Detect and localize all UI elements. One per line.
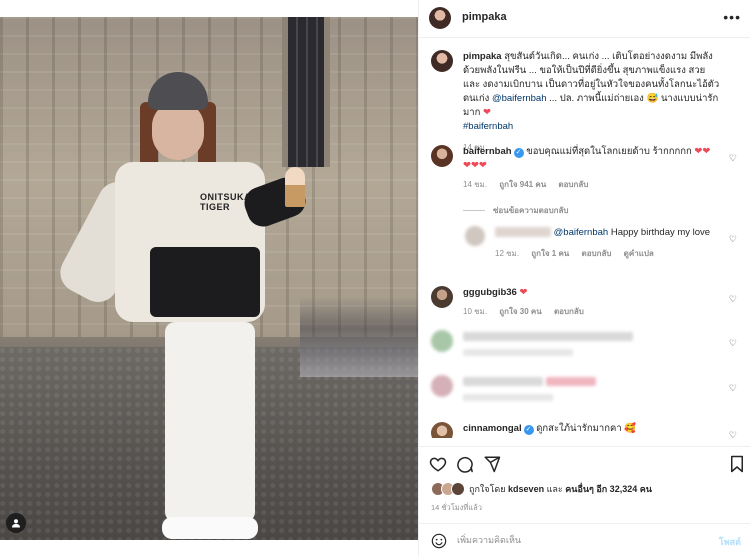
reply-like-icon[interactable]: ♡ (729, 234, 737, 245)
white-pants (165, 322, 255, 522)
caption-body: pimpaka สุขสันต์วันเกิด... คนเก่ง ... เต… (463, 50, 723, 155)
heart-emoji-icon: ❤ (519, 287, 528, 298)
caption-avatar[interactable] (431, 50, 453, 72)
comment-like-icon[interactable]: ♡ (729, 294, 737, 305)
verified-badge-icon: ✓ (513, 148, 524, 158)
comment-like-icon[interactable]: ♡ (729, 430, 737, 438)
more-icon[interactable]: ••• (723, 9, 741, 25)
comment-reply-button[interactable]: ตอบกลับ (558, 180, 588, 189)
reply-mention[interactable]: @baifernbah (554, 227, 609, 238)
post-side-panel: pimpaka ••• pimpaka สุขสันต์วันเกิด... ค… (418, 0, 750, 556)
crowd-background (300, 297, 418, 377)
emoji-icon[interactable] (431, 533, 447, 549)
comment-username[interactable]: gggubgib36 (463, 287, 517, 298)
post-timestamp[interactable]: 14 ชั่วโมงที่แล้ว (431, 502, 482, 514)
caption-tail: ... ปล. ภาพนี้แม่ถ่ายเอง (549, 93, 644, 104)
liker-avatars (431, 482, 465, 496)
liked-by-others[interactable]: คนอื่นๆ อีก 32,324 คน (565, 482, 652, 496)
liked-by-prefix: ถูกใจโดย (469, 484, 506, 494)
comment-like-icon[interactable]: ♡ (729, 383, 737, 394)
comment-avatar[interactable] (431, 330, 453, 352)
sweater-print: ONITSUKA TIGER (200, 192, 251, 212)
reply-like-count[interactable]: ถูกใจ 1 คน (531, 249, 569, 258)
reply-reply-button[interactable]: ตอบกลับ (582, 249, 612, 258)
comment-input[interactable] (457, 532, 697, 548)
caption-hashtag[interactable]: #baifernbah (463, 121, 513, 132)
comment-avatar[interactable] (431, 422, 453, 438)
comment-avatar[interactable] (431, 286, 453, 308)
comment-username[interactable]: cinnamongal (463, 423, 522, 434)
user-tag-icon[interactable] (6, 513, 26, 533)
comment-avatar[interactable] (431, 375, 453, 397)
reply-body: @baifernbah Happy birthday my love 12 ชม… (495, 226, 725, 261)
photo-subject: ONITSUKA TIGER (53, 72, 311, 540)
comment-body: cinnamongal ✓ ดูกสะใภ้น่ารักมากคา 🥰 (463, 422, 723, 436)
bookmark-icon[interactable] (729, 455, 745, 473)
comment-avatar[interactable] (431, 145, 453, 167)
liked-by-user[interactable]: kdseven (508, 484, 544, 494)
comment-body: baifernbah ✓ ขอบคุณแม่ที่สุดในโลกเยยด้าบ … (463, 145, 723, 218)
author-username[interactable]: pimpaka (462, 11, 507, 23)
post-action-bar (419, 446, 750, 480)
reply-avatar[interactable] (465, 226, 485, 246)
reply-translate-button[interactable]: ดูคำแปล (624, 249, 654, 258)
heart-emoji-icon: ❤ (483, 107, 491, 118)
comment-like-count[interactable]: ถูกใจ 941 คน (499, 180, 546, 189)
laugh-emoji-icon: 😅 (646, 93, 659, 104)
comment-text: ดูกสะใภ้น่ารักมากคา (536, 423, 622, 434)
comment-body: gggubgib36 ❤ 10 ชม. ถูกใจ 30 คน ตอบกลับ (463, 286, 723, 319)
caption-mention[interactable]: @baifernbah (492, 93, 547, 104)
hide-replies[interactable]: ซ่อนข้อความตอบกลับ (463, 204, 723, 218)
comment-like-count[interactable]: ถูกใจ 30 คน (499, 307, 541, 316)
add-comment-bar: โพสต์ (419, 523, 750, 556)
comment-like-icon[interactable]: ♡ (729, 338, 737, 349)
comment-like-icon[interactable]: ♡ (729, 153, 737, 164)
bucket-hat (148, 72, 208, 110)
comment-icon[interactable] (456, 455, 474, 473)
liked-by-and: และ (546, 484, 563, 494)
author-avatar[interactable] (429, 7, 451, 29)
instagram-post-window: ONITSUKA TIGER pimpaka ••• pimpaka สุขสัน… (0, 0, 750, 556)
caption-username[interactable]: pimpaka (463, 51, 502, 62)
post-photo[interactable]: ONITSUKA TIGER (0, 17, 418, 540)
share-icon[interactable] (483, 455, 501, 473)
comment-username[interactable]: baifernbah (463, 146, 512, 157)
ice-cream-cone (285, 167, 305, 207)
likes-summary[interactable]: ถูกใจโดย kdseven และ คนอื่นๆ อีก 32,324 … (431, 482, 652, 496)
post-comment-button[interactable]: โพสต์ (719, 535, 741, 549)
face (152, 102, 204, 160)
post-header: pimpaka ••• (419, 0, 750, 38)
comment-reply-button[interactable]: ตอบกลับ (554, 307, 584, 316)
sweater-black-panel (150, 247, 260, 317)
reply-time[interactable]: 12 ชม. (495, 249, 519, 258)
comments-list: pimpaka สุขสันต์วันเกิด... คนเก่ง ... เต… (419, 38, 750, 438)
comment-body (463, 330, 723, 358)
reply-username-blurred (495, 227, 551, 238)
heart-eyes-emoji-icon: 🥰 (624, 423, 637, 434)
comment-body (463, 375, 723, 403)
reply-text: Happy birthday my love (610, 227, 711, 238)
heart-icon[interactable] (429, 455, 447, 473)
verified-badge-icon: ✓ (523, 425, 534, 435)
white-sneakers (162, 517, 258, 539)
comment-time[interactable]: 14 ชม. (463, 180, 487, 189)
comment-text: ขอบคุณแม่ที่สุดในโลกเยยด้าบ ร้ากกกกก (526, 146, 692, 157)
comment-time[interactable]: 10 ชม. (463, 307, 487, 316)
